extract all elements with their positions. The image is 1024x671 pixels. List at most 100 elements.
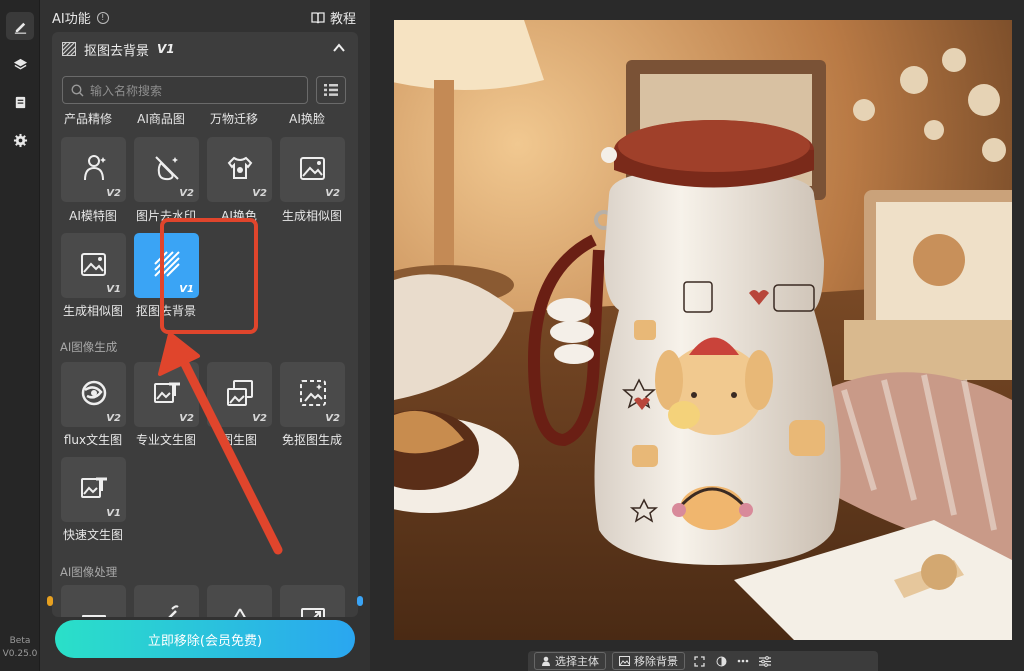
search-icon	[71, 83, 84, 96]
category-label[interactable]: AI商品图	[125, 110, 197, 127]
recolor-shirt-icon	[227, 156, 253, 179]
group-label-image-proc: AI图像处理	[60, 565, 118, 579]
text-to-image-icon	[81, 477, 107, 498]
tool-label: 免抠图生成	[281, 433, 342, 447]
tool-tile-ai-model[interactable]: V2	[61, 137, 126, 202]
person-icon	[542, 656, 550, 666]
adjust-button[interactable]	[757, 653, 773, 669]
beta-label: Beta	[9, 636, 31, 646]
book-icon	[311, 11, 325, 23]
settings-icon	[13, 133, 27, 147]
tool-label: AI模特图	[69, 209, 117, 223]
canvas-workspace: 选择主体 移除背景	[370, 0, 1024, 671]
chevron-up-icon[interactable]	[332, 41, 346, 55]
category-label[interactable]: 产品精修	[52, 110, 124, 127]
layers-icon	[13, 58, 27, 70]
search-placeholder: 输入名称搜索	[90, 83, 163, 98]
expand-image-icon	[301, 608, 325, 617]
model-person-icon	[84, 155, 106, 181]
tool-label: 生成相似图	[281, 209, 342, 223]
tool-label: 快速文生图	[62, 528, 123, 542]
tutorial-label: 教程	[329, 12, 356, 27]
similar-image-icon	[81, 253, 106, 276]
image-icon	[619, 656, 630, 666]
tool-label: flux文生图	[63, 433, 123, 447]
section-title: 抠图去背景	[84, 43, 150, 59]
highlight-box	[160, 218, 258, 334]
sliders-icon	[759, 655, 771, 667]
remove-background-label: 移除背景	[634, 655, 678, 668]
tool-tile-partial[interactable]	[61, 585, 126, 617]
tool-label: 专业文生图	[135, 433, 196, 447]
version-label: V0.25.0	[2, 649, 38, 659]
more-button[interactable]	[735, 653, 751, 669]
list-view-button[interactable]	[316, 76, 346, 104]
cutout-background-icon	[62, 42, 76, 56]
remove-now-button[interactable]: 立即移除(会员免费)	[55, 620, 355, 658]
tool-tile-quick-text-to-image[interactable]: V1	[61, 457, 126, 522]
info-icon[interactable]: !	[96, 11, 109, 24]
tutorial-button[interactable]: 教程	[311, 8, 356, 27]
version-badge: V2	[325, 413, 340, 424]
hd-image-icon	[82, 615, 106, 617]
tool-tile-no-cutout-generate[interactable]: V2	[280, 362, 345, 427]
brush-icon	[168, 605, 179, 617]
document-tool-button[interactable]	[6, 88, 34, 116]
panel-title-text: AI功能	[52, 12, 91, 27]
category-label[interactable]: AI换脸	[271, 110, 343, 127]
tool-tile-partial[interactable]	[134, 585, 199, 617]
version-badge: V1	[106, 508, 121, 519]
edit-icon	[14, 22, 26, 34]
version-badge: V2	[252, 188, 267, 199]
section-version: V1	[157, 42, 175, 56]
panel-title: AI功能 !	[52, 8, 109, 27]
edit-tool-button[interactable]	[6, 12, 34, 40]
tool-tile-pro-text-to-image[interactable]: V2	[134, 362, 199, 427]
version-badge: V2	[179, 188, 194, 199]
text-to-image-icon	[154, 382, 180, 403]
select-subject-button[interactable]: 选择主体	[534, 652, 606, 670]
layers-tool-button[interactable]	[6, 50, 34, 78]
image-toolbar: 选择主体 移除背景	[528, 651, 878, 671]
tool-tile-ai-recolor[interactable]: V2	[207, 137, 272, 202]
section-header[interactable]: 抠图去背景 V1	[52, 32, 358, 66]
group-label-image-gen: AI图像生成	[60, 340, 118, 354]
category-label[interactable]: 万物迁移	[198, 110, 270, 127]
tool-tile-image-to-image[interactable]: V2	[207, 362, 272, 427]
left-toolbar: Beta V0.25.0	[0, 0, 40, 671]
version-badge: V2	[325, 188, 340, 199]
tool-tile-similar-image[interactable]: V2	[280, 137, 345, 202]
image-to-image-icon	[227, 380, 253, 406]
version-badge: V2	[106, 188, 121, 199]
no-cutout-generate-icon	[300, 380, 326, 406]
contrast-button[interactable]	[713, 653, 729, 669]
settings-tool-button[interactable]	[6, 126, 34, 154]
version-badge: V2	[179, 413, 194, 424]
category-labels: 产品精修 AI商品图 万物迁移 AI换脸	[52, 110, 358, 128]
contrast-icon	[716, 656, 726, 666]
tool-tile-similar-image-v1[interactable]: V1	[61, 233, 126, 298]
version-badge: V2	[252, 413, 267, 424]
remove-background-button[interactable]: 移除背景	[612, 652, 685, 670]
tool-tile-remove-watermark[interactable]: V2	[134, 137, 199, 202]
tool-label: 图生图	[220, 433, 257, 447]
tool-label: 生成相似图	[62, 304, 123, 318]
list-icon	[324, 84, 338, 96]
version-badge: V1	[106, 284, 121, 295]
tool-tile-partial[interactable]	[280, 585, 345, 617]
select-subject-label: 选择主体	[555, 655, 599, 668]
ai-panel: AI功能 ! 教程 抠图去背景 V1 输入名称搜索 产品精修 AI商品图 万物迁…	[40, 0, 370, 671]
more-icon	[737, 659, 749, 663]
expand-icon	[693, 655, 705, 667]
scroll-indicator-right	[357, 596, 363, 606]
flux-swirl-icon	[81, 380, 107, 406]
fit-screen-button[interactable]	[691, 653, 707, 669]
app-window: Beta V0.25.0 AI功能 ! 教程 抠图去背景 V1 输入名称搜索 产…	[0, 0, 1024, 671]
tool-tile-partial[interactable]	[207, 585, 272, 617]
product-photo[interactable]	[394, 20, 1012, 640]
triangle-tool-icon	[234, 608, 246, 617]
similar-image-icon	[300, 157, 325, 180]
tool-tile-flux[interactable]: V2	[61, 362, 126, 427]
version-badge: V2	[106, 413, 121, 424]
search-input[interactable]: 输入名称搜索	[62, 76, 308, 104]
